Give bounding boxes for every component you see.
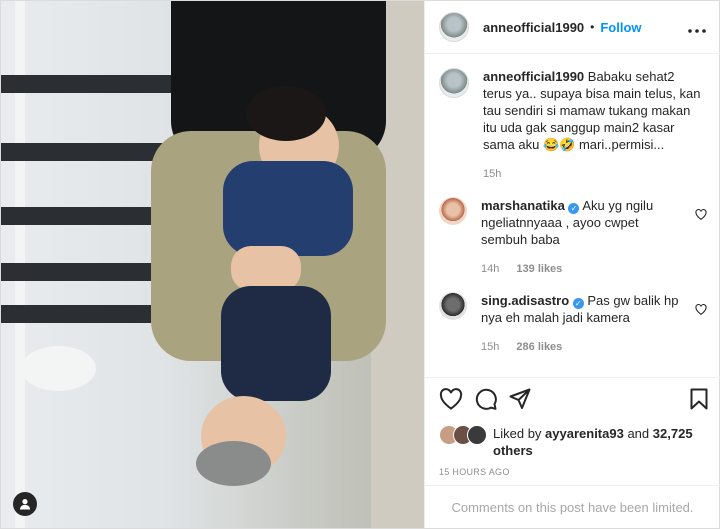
comment-username[interactable]: sing.adisastro bbox=[481, 293, 569, 308]
comment-avatar[interactable] bbox=[439, 292, 467, 320]
liked-by-prefix: Liked by bbox=[493, 426, 542, 441]
comment-avatar[interactable] bbox=[439, 197, 467, 225]
photo-child-shorts bbox=[221, 286, 331, 401]
comments-list[interactable]: anneofficial1990 Babaku sehat2 terus ya.… bbox=[425, 54, 720, 376]
comment-username[interactable]: marshanatika bbox=[481, 198, 565, 213]
follow-button[interactable]: Follow bbox=[600, 20, 641, 35]
heart-icon[interactable] bbox=[439, 388, 463, 415]
share-icon[interactable] bbox=[509, 388, 531, 415]
tagged-user-button[interactable] bbox=[13, 492, 37, 516]
liker-avatars[interactable] bbox=[439, 425, 487, 445]
comment-item: marshanatika ✓ Aku yg ngilu ngeliatnnyaa… bbox=[425, 183, 720, 278]
photo-step bbox=[1, 207, 161, 225]
comments-limited-notice: Comments on this post have been limited. bbox=[425, 485, 720, 529]
liked-by-user[interactable]: ayyarenita93 bbox=[545, 426, 624, 441]
author-username[interactable]: anneofficial1990 bbox=[483, 20, 584, 35]
comment-icon[interactable] bbox=[475, 388, 497, 415]
comment-time[interactable]: 15h bbox=[481, 341, 499, 353]
photo-person-cap bbox=[196, 441, 271, 486]
comment-likes[interactable]: 139 likes bbox=[516, 263, 562, 275]
liked-by-connector: and bbox=[627, 426, 650, 441]
photo-child-hair bbox=[246, 86, 326, 141]
post-photo[interactable] bbox=[1, 1, 424, 528]
post-sidebar: anneofficial1990 • Follow anneofficial19… bbox=[424, 1, 720, 528]
heart-icon[interactable] bbox=[695, 207, 707, 225]
caption-avatar[interactable] bbox=[439, 68, 469, 98]
caption-item: anneofficial1990 Babaku sehat2 terus ya.… bbox=[425, 54, 720, 183]
photo-step bbox=[1, 143, 166, 161]
header-separator: • bbox=[590, 20, 595, 34]
photo-step bbox=[1, 305, 151, 323]
caption-time[interactable]: 15h bbox=[483, 168, 501, 180]
photo-child-belly bbox=[231, 246, 301, 291]
save-icon[interactable] bbox=[690, 388, 708, 415]
likes-summary: Liked by ayyarenita93 and 32,725 others bbox=[425, 415, 720, 459]
photo-lamp bbox=[21, 346, 96, 391]
photo-child-shirt bbox=[223, 161, 353, 256]
photo-step bbox=[1, 263, 156, 281]
comment-time[interactable]: 14h bbox=[481, 263, 499, 275]
comment-item: sing.adisastro ✓ Pas gw balik hp nya eh … bbox=[425, 278, 720, 356]
comment-likes[interactable]: 286 likes bbox=[516, 341, 562, 353]
post-actions: Liked by ayyarenita93 and 32,725 others … bbox=[425, 377, 720, 477]
user-icon bbox=[19, 498, 31, 510]
verified-icon: ✓ bbox=[568, 203, 580, 214]
instagram-post: anneofficial1990 • Follow anneofficial19… bbox=[0, 0, 720, 529]
more-icon[interactable] bbox=[688, 17, 706, 38]
author-avatar[interactable] bbox=[439, 12, 469, 42]
post-header: anneofficial1990 • Follow bbox=[425, 1, 720, 54]
heart-icon[interactable] bbox=[695, 302, 707, 320]
caption-username[interactable]: anneofficial1990 bbox=[483, 69, 584, 84]
photo-step bbox=[1, 75, 171, 93]
verified-icon: ✓ bbox=[572, 298, 584, 309]
post-timestamp[interactable]: 15 HOURS AGO bbox=[425, 459, 720, 477]
